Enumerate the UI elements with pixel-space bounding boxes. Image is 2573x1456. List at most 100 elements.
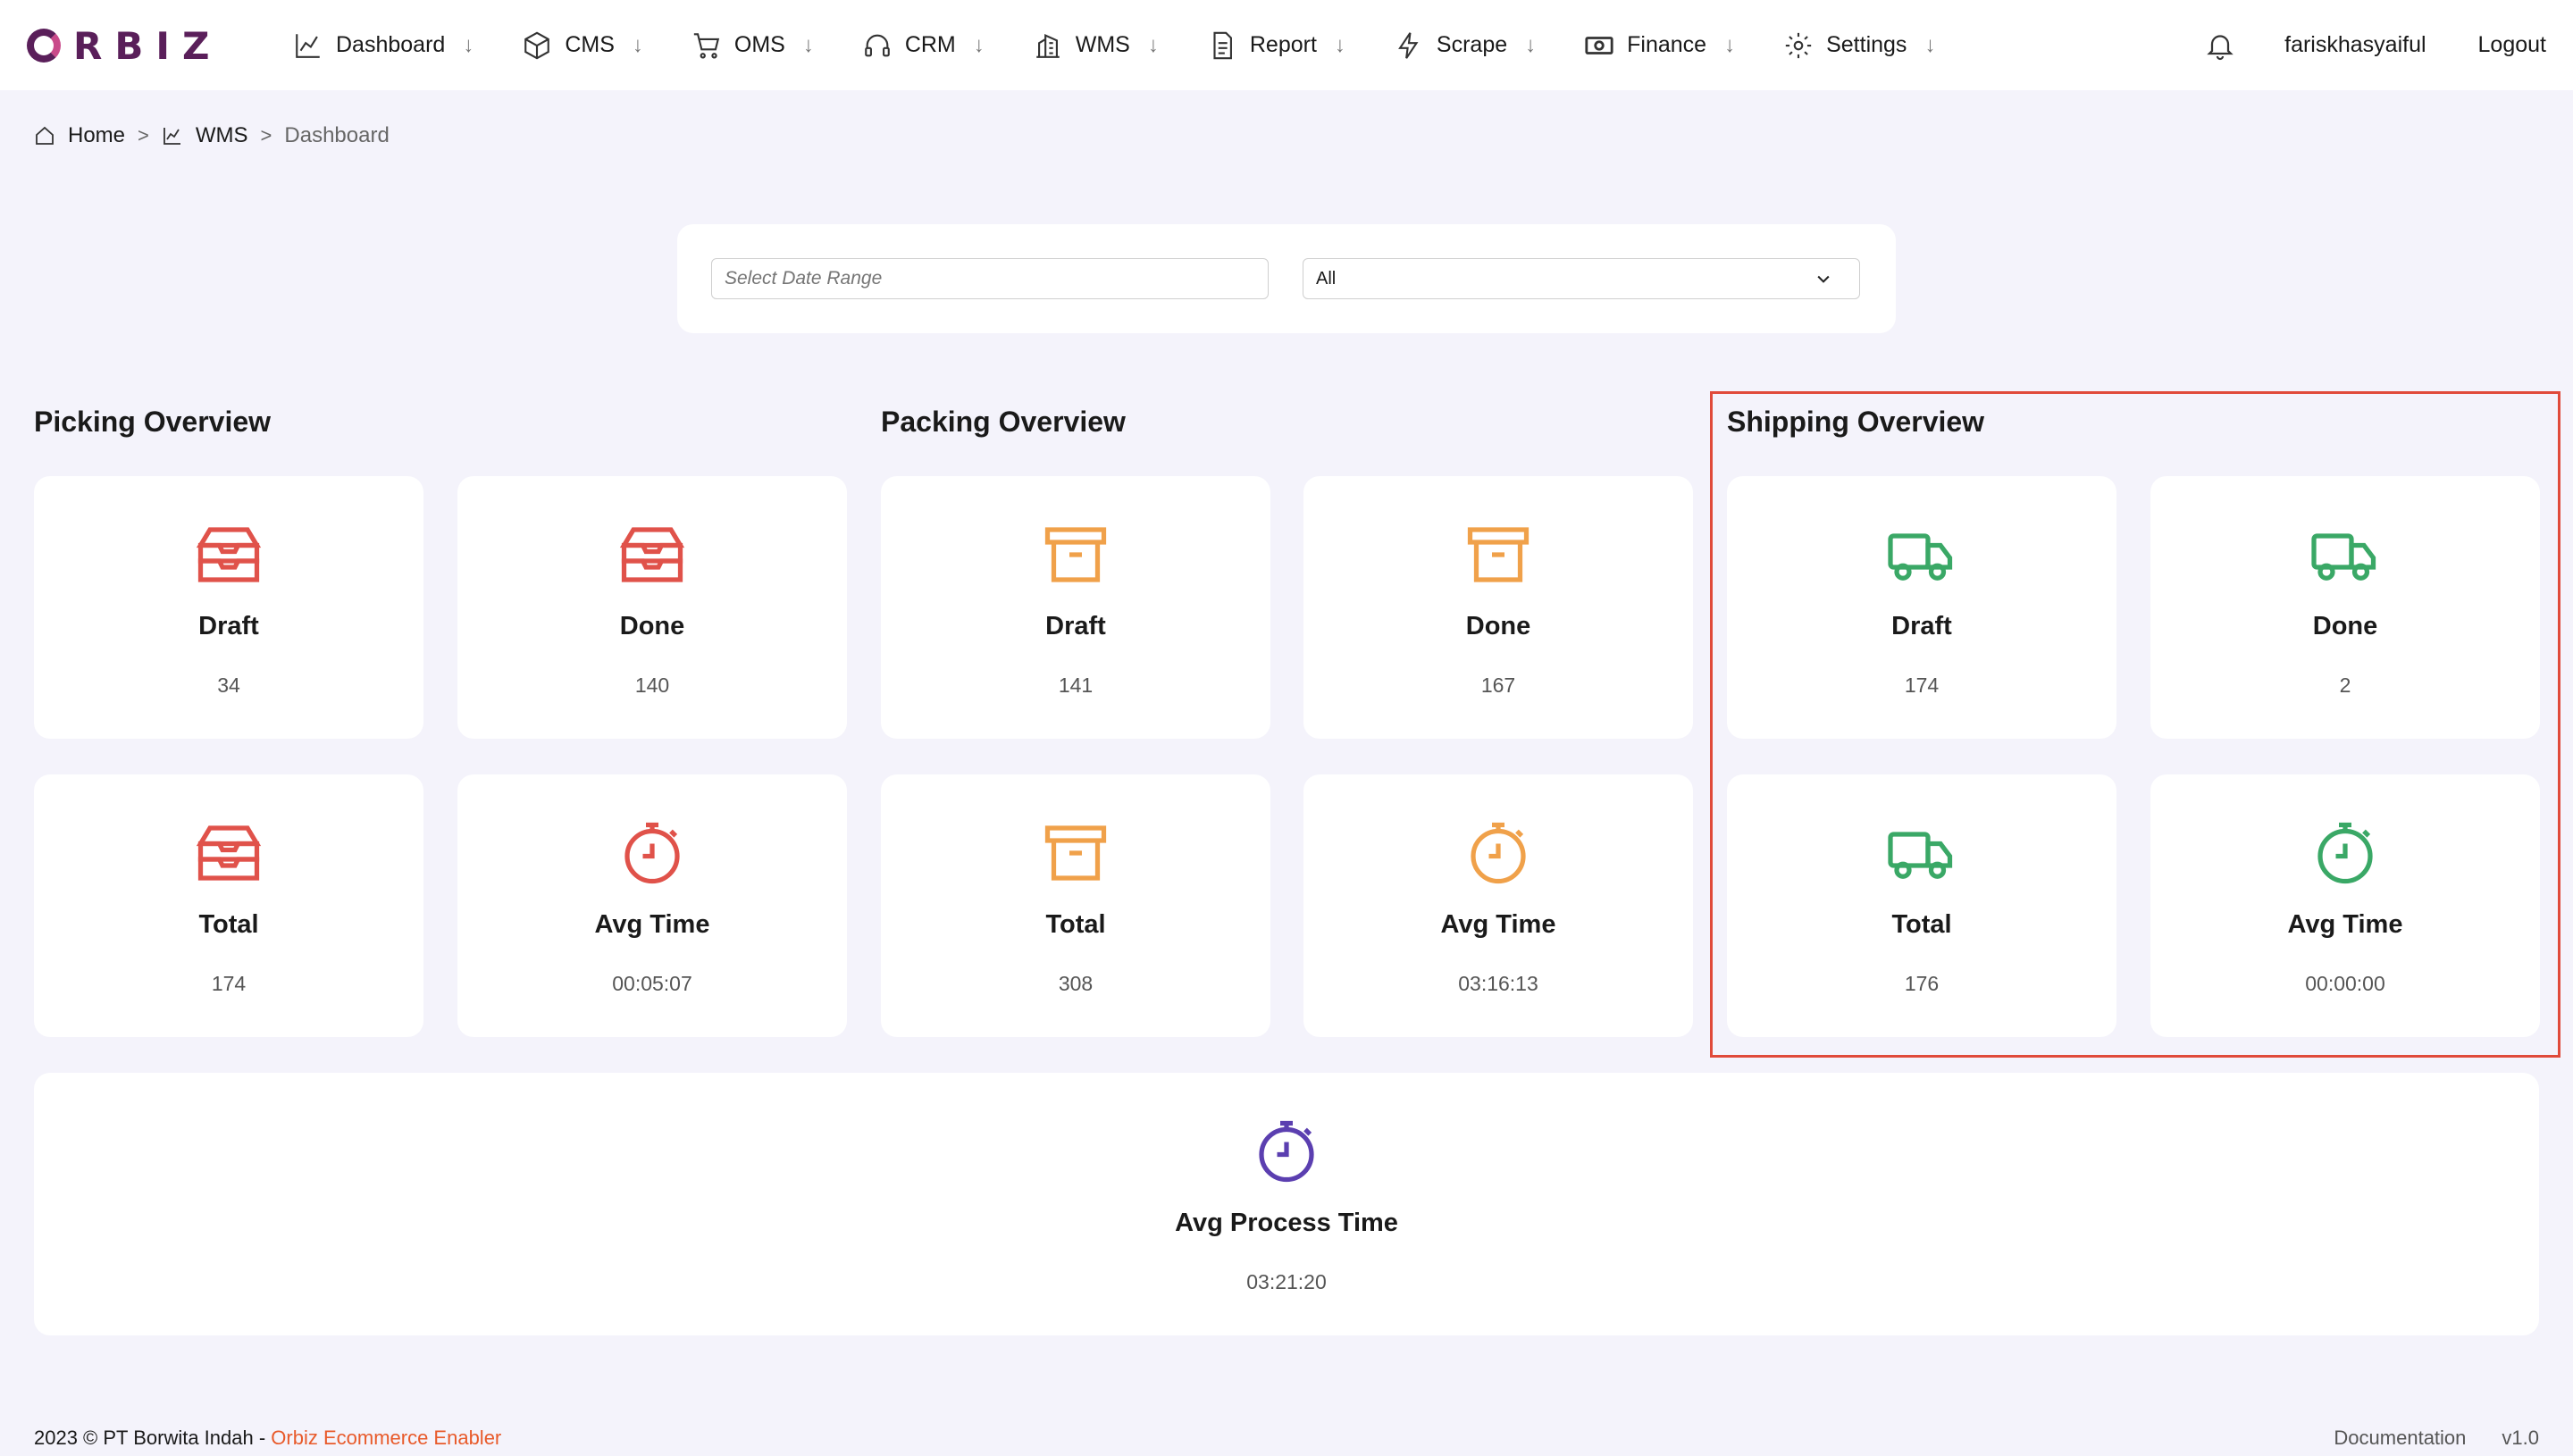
breadcrumb-home-label: Home: [68, 123, 126, 147]
cash-icon: [1585, 36, 1613, 54]
gear-icon: [1785, 32, 1812, 58]
nav-scrape[interactable]: Scrape ↓: [1394, 30, 1536, 61]
card-value: 34: [217, 674, 240, 697]
card-title: Total: [1045, 910, 1106, 939]
breadcrumb-separator: >: [260, 124, 272, 146]
document-icon: [1213, 31, 1232, 59]
stopwatch-icon: [624, 822, 680, 884]
documentation-link[interactable]: Documentation: [2334, 1427, 2466, 1450]
nav-label: OMS: [733, 32, 785, 57]
headset-icon: [865, 34, 890, 56]
card-title: Draft: [198, 612, 259, 640]
card-value: 167: [1480, 674, 1516, 697]
nav-label: Finance: [1627, 32, 1707, 57]
stopwatch-icon: [1259, 1120, 1314, 1183]
shipping-avg-time-card[interactable]: Avg Time 00:00:00: [2150, 774, 2540, 1037]
brand-link[interactable]: Orbiz Ecommerce Enabler: [271, 1427, 501, 1449]
card-title: Draft: [1891, 612, 1952, 640]
nav-wms[interactable]: WMS ↓: [1033, 30, 1159, 61]
arrow-down-icon: ↓: [1724, 32, 1736, 57]
top-navbar: RBIZ Dashboard ↓ CMS ↓ OMS ↓ CRM ↓ WMS ↓: [0, 0, 2573, 90]
packing-overview-title: Packing Overview: [881, 406, 1126, 438]
status-select[interactable]: All: [1303, 258, 1860, 299]
arrow-down-icon: ↓: [1147, 32, 1159, 57]
nav-right: fariskhasyaiful Logout: [2204, 0, 2546, 90]
breadcrumb-wms[interactable]: WMS: [162, 123, 248, 148]
card-value: 174: [1904, 674, 1940, 697]
picking-draft-card[interactable]: Draft 34: [34, 476, 423, 739]
shipping-overview-title: Shipping Overview: [1727, 406, 1985, 438]
logo-ring-icon: [27, 29, 61, 63]
nav-crm[interactable]: CRM ↓: [862, 30, 985, 61]
card-title: Avg Time: [2287, 910, 2403, 939]
breadcrumb-separator: >: [138, 124, 149, 146]
card-value: 00:05:07: [612, 972, 692, 995]
main-nav: Dashboard ↓ CMS ↓ OMS ↓ CRM ↓ WMS ↓ Repo…: [293, 0, 1983, 90]
avg-process-time-card[interactable]: Avg Process Time 03:21:20: [34, 1073, 2539, 1335]
shipping-total-card[interactable]: Total 176: [1727, 774, 2116, 1037]
copyright-text: 2023 © PT Borwita Indah -: [34, 1427, 272, 1449]
card-value: 140: [634, 674, 670, 697]
date-range-input[interactable]: [711, 258, 1269, 299]
arrow-down-icon: ↓: [802, 32, 814, 57]
packing-avg-time-card[interactable]: Avg Time 03:16:13: [1303, 774, 1693, 1037]
nav-label: CMS: [565, 32, 615, 57]
arrow-down-icon: ↓: [1924, 32, 1936, 57]
building-icon: [1036, 33, 1060, 58]
card-title: Done: [2312, 612, 2378, 640]
filter-panel: All: [677, 224, 1896, 333]
nav-label: Dashboard: [336, 32, 446, 57]
footer-right: Documentation v1.0: [2334, 1427, 2539, 1450]
inbox-tray-icon: [196, 527, 262, 582]
breadcrumb: Home > WMS > Dashboard: [34, 123, 390, 148]
nav-label: Report: [1249, 32, 1317, 57]
card-value: 03:16:13: [1458, 972, 1538, 995]
version-label: v1.0: [2502, 1427, 2539, 1449]
chevron-down-icon: [1817, 275, 1830, 283]
nav-dashboard[interactable]: Dashboard ↓: [293, 30, 474, 61]
nav-finance[interactable]: Finance ↓: [1584, 30, 1735, 61]
card-title: Draft: [1045, 612, 1106, 640]
picking-avg-time-card[interactable]: Avg Time 00:05:07: [457, 774, 847, 1037]
nav-oms[interactable]: OMS ↓: [691, 30, 814, 61]
packing-done-card[interactable]: Done 167: [1303, 476, 1693, 739]
truck-icon: [1888, 533, 1953, 581]
breadcrumb-wms-label: WMS: [195, 123, 248, 147]
nav-report[interactable]: Report ↓: [1207, 30, 1345, 61]
orbiz-logo[interactable]: RBIZ: [27, 23, 222, 68]
user-menu[interactable]: fariskhasyaiful: [2284, 32, 2426, 58]
bell-icon[interactable]: [2204, 29, 2236, 62]
logout-link[interactable]: Logout: [2478, 32, 2546, 58]
chart-line-icon: [296, 33, 320, 58]
nav-settings[interactable]: Settings ↓: [1783, 30, 1935, 61]
stopwatch-icon: [2317, 822, 2373, 884]
packing-total-card[interactable]: Total 308: [881, 774, 1270, 1037]
card-value: 176: [1904, 972, 1940, 995]
picking-done-card[interactable]: Done 140: [457, 476, 847, 739]
archive-box-icon: [1044, 527, 1107, 582]
arrow-down-icon: ↓: [632, 32, 643, 57]
bolt-icon: [1398, 31, 1419, 59]
card-value: 141: [1058, 674, 1094, 697]
inbox-tray-icon: [196, 825, 262, 881]
breadcrumb-home[interactable]: Home: [34, 123, 125, 148]
nav-label: Scrape: [1436, 32, 1508, 57]
card-title: Done: [619, 612, 685, 640]
archive-box-icon: [1044, 825, 1107, 881]
logo-text: RBIZ: [73, 23, 222, 68]
packing-draft-card[interactable]: Draft 141: [881, 476, 1270, 739]
card-value: 03:21:20: [1246, 1270, 1327, 1293]
picking-total-card[interactable]: Total 174: [34, 774, 423, 1037]
shipping-done-card[interactable]: Done 2: [2150, 476, 2540, 739]
card-title: Avg Process Time: [1175, 1209, 1398, 1237]
truck-icon: [1888, 832, 1953, 879]
card-title: Total: [198, 910, 259, 939]
card-title: Total: [1891, 910, 1952, 939]
nav-cms[interactable]: CMS ↓: [522, 30, 643, 61]
arrow-down-icon: ↓: [973, 32, 985, 57]
footer-copyright: 2023 © PT Borwita Indah - Orbiz Ecommerc…: [34, 1427, 501, 1450]
cube-icon: [524, 31, 550, 59]
stopwatch-icon: [1471, 822, 1526, 884]
arrow-down-icon: ↓: [1525, 32, 1537, 57]
shipping-draft-card[interactable]: Draft 174: [1727, 476, 2116, 739]
